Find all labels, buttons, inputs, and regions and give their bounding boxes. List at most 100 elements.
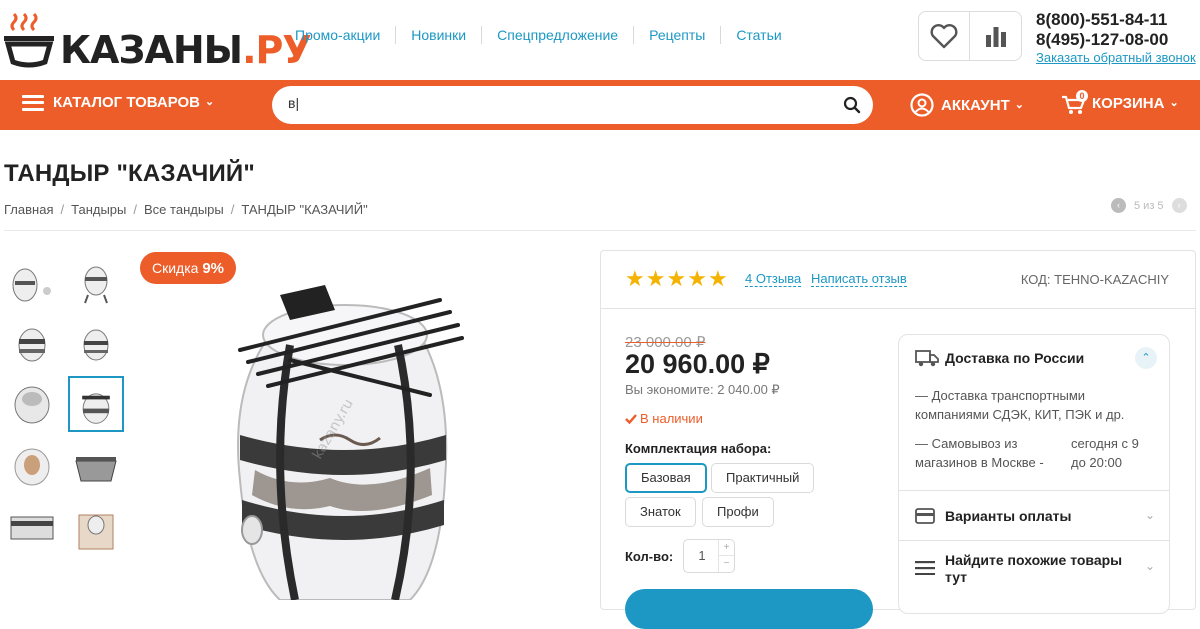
rating-stars: ★ ★ ★ ★ ★ <box>625 268 729 290</box>
delivery-section: Доставка по России ⌃ — Доставка транспор… <box>899 335 1169 491</box>
discount-badge: Скидка 9% <box>140 252 237 284</box>
cart-button[interactable]: 0 КОРЗИНА ⌄ <box>1061 90 1179 116</box>
favorites-button[interactable] <box>919 12 971 60</box>
chevron-down-icon: ⌄ <box>1014 98 1024 111</box>
star-icon: ★ <box>687 266 707 291</box>
quantity-label: Кол-во: <box>625 549 674 564</box>
credit-card-icon <box>915 508 935 524</box>
breadcrumb-current: ТАНДЫР "КАЗАЧИЙ" <box>241 202 368 217</box>
menu-icon <box>22 94 44 111</box>
delivery-panel: Доставка по России ⌃ — Доставка транспор… <box>898 334 1170 614</box>
logo[interactable]: КАЗАНЫ.РУ <box>4 10 312 72</box>
thumbnail[interactable] <box>68 314 124 370</box>
account-button[interactable]: АККАУНТ ⌄ <box>910 93 1024 117</box>
delivery-pickup-hours: сегодня с 9 до 20:00 <box>1071 436 1139 470</box>
kit-option-practical[interactable]: Практичный <box>711 463 815 493</box>
nav-special[interactable]: Спецпредложение <box>482 26 635 44</box>
phone-1[interactable]: 8(800)-551-84-11 <box>1036 10 1196 30</box>
discount-value: 9% <box>202 260 225 277</box>
main-menu-bar: КАТАЛОГ ТОВАРОВ ⌄ АККАУНТ ⌄ 0 КОРЗИНА ⌄ <box>0 80 1200 130</box>
search-box <box>272 86 873 124</box>
kit-option-pro[interactable]: Профи <box>702 497 774 527</box>
breadcrumb-separator: / <box>133 202 138 217</box>
pager-count: 5 из 5 <box>1134 199 1164 212</box>
compare-icon <box>985 27 1006 47</box>
quantity-decrease[interactable]: − <box>718 556 734 572</box>
kazan-logo-icon <box>4 12 54 68</box>
quantity-increase[interactable]: + <box>718 540 734 556</box>
kit-label: Комплектация набора: <box>625 441 772 456</box>
thumbnail[interactable] <box>4 500 60 556</box>
delivery-transport-text: — Доставка транспортными компаниями СДЭК… <box>915 388 1125 422</box>
callback-link[interactable]: Заказать обратный звонок <box>1036 50 1196 66</box>
thumbnail[interactable] <box>4 252 60 308</box>
chevron-down-icon: ⌄ <box>1144 559 1155 573</box>
quantity-stepper: + − <box>683 539 735 573</box>
contacts: 8(800)-551-84-11 8(495)-127-08-00 Заказа… <box>1036 10 1196 66</box>
account-label: АККАУНТ <box>941 96 1010 114</box>
breadcrumb-separator: / <box>60 202 65 217</box>
thumbnail[interactable] <box>68 500 124 556</box>
catalog-button[interactable]: КАТАЛОГ ТОВАРОВ ⌄ <box>22 94 214 111</box>
thumbnail-selected[interactable] <box>68 376 124 432</box>
thumbnail[interactable] <box>4 314 60 370</box>
header: КАЗАНЫ.РУ Промо-акции Новинки Спецпредло… <box>0 0 1200 80</box>
search-input[interactable] <box>288 95 828 111</box>
similar-title: Найдите похожие товары тут <box>945 552 1123 585</box>
divider <box>4 230 1196 231</box>
delivery-title[interactable]: Доставка по России <box>945 350 1084 367</box>
star-icon: ★ <box>707 266 728 291</box>
thumbnail[interactable] <box>4 438 60 494</box>
top-navigation: Промо-акции Новинки Спецпредложение Реце… <box>280 26 797 44</box>
similar-section[interactable]: Найдите похожие товары тут ⌄ <box>899 541 1169 613</box>
stock-label: В наличии <box>640 411 703 426</box>
heart-icon <box>930 24 958 49</box>
breadcrumb-tandyry[interactable]: Тандыры <box>71 202 126 217</box>
prev-product-button[interactable]: ‹ <box>1111 198 1126 213</box>
thumbnail[interactable] <box>68 252 124 308</box>
catalog-label: КАТАЛОГ ТОВАРОВ <box>53 94 201 111</box>
reviews-link[interactable]: 4 Отзыва <box>745 272 802 287</box>
product-pager: ‹ 5 из 5 › <box>1111 198 1187 213</box>
product-main-image[interactable]: kazany.ru <box>140 250 580 601</box>
chevron-up-icon[interactable]: ⌃ <box>1135 347 1157 369</box>
nav-promo[interactable]: Промо-акции <box>280 26 397 44</box>
cart-label: КОРЗИНА <box>1092 94 1165 112</box>
star-icon: ★ <box>645 266 666 291</box>
tandyr-image: kazany.ru <box>237 285 464 601</box>
payment-title: Варианты оплаты <box>945 508 1072 524</box>
nav-recipes[interactable]: Рецепты <box>634 26 722 44</box>
star-icon: ★ <box>625 266 645 291</box>
discount-label: Скидка <box>152 260 199 276</box>
product-sku: КОД: TEHNO-KAZACHIY <box>1020 272 1169 287</box>
payment-section[interactable]: Варианты оплаты ⌄ <box>899 491 1169 541</box>
search-icon[interactable] <box>843 96 861 114</box>
add-to-cart-button[interactable] <box>625 589 873 629</box>
chevron-down-icon: ⌄ <box>1144 508 1155 522</box>
breadcrumb-all-tandyry[interactable]: Все тандыры <box>144 202 224 217</box>
quantity-input[interactable] <box>684 548 720 563</box>
nav-articles[interactable]: Статьи <box>721 26 796 44</box>
current-price: 20 960.00 ₽ <box>625 349 770 379</box>
compare-button[interactable] <box>970 12 1021 60</box>
chevron-down-icon: ⌄ <box>205 96 215 108</box>
thumbnail[interactable] <box>4 376 60 432</box>
cart-count-badge: 0 <box>1076 90 1088 102</box>
next-product-button[interactable]: › <box>1171 198 1187 213</box>
thumbnail[interactable] <box>68 438 124 494</box>
star-icon: ★ <box>666 266 687 291</box>
stock-status: В наличии <box>625 411 703 426</box>
user-icon <box>910 93 934 117</box>
list-icon <box>915 561 935 575</box>
breadcrumb: Главная / Тандыры / Все тандыры / ТАНДЫР… <box>4 202 368 217</box>
phone-2[interactable]: 8(495)-127-08-00 <box>1036 30 1196 50</box>
kit-option-basic[interactable]: Базовая <box>625 463 707 493</box>
nav-new[interactable]: Новинки <box>396 26 483 44</box>
savings-text: Вы экономите: 2 040.00 ₽ <box>625 382 780 397</box>
kit-option-expert[interactable]: Знаток <box>625 497 696 527</box>
breadcrumb-home[interactable]: Главная <box>4 202 53 217</box>
write-review-link[interactable]: Написать отзыв <box>811 272 907 287</box>
page-title: ТАНДЫР "КАЗАЧИЙ" <box>4 160 255 187</box>
rating-row: ★ ★ ★ ★ ★ 4 Отзыва Написать отзыв КОД: T… <box>601 251 1195 309</box>
delivery-pickup-text: — Самовывоз из магазинов в Москве - <box>915 436 1044 470</box>
